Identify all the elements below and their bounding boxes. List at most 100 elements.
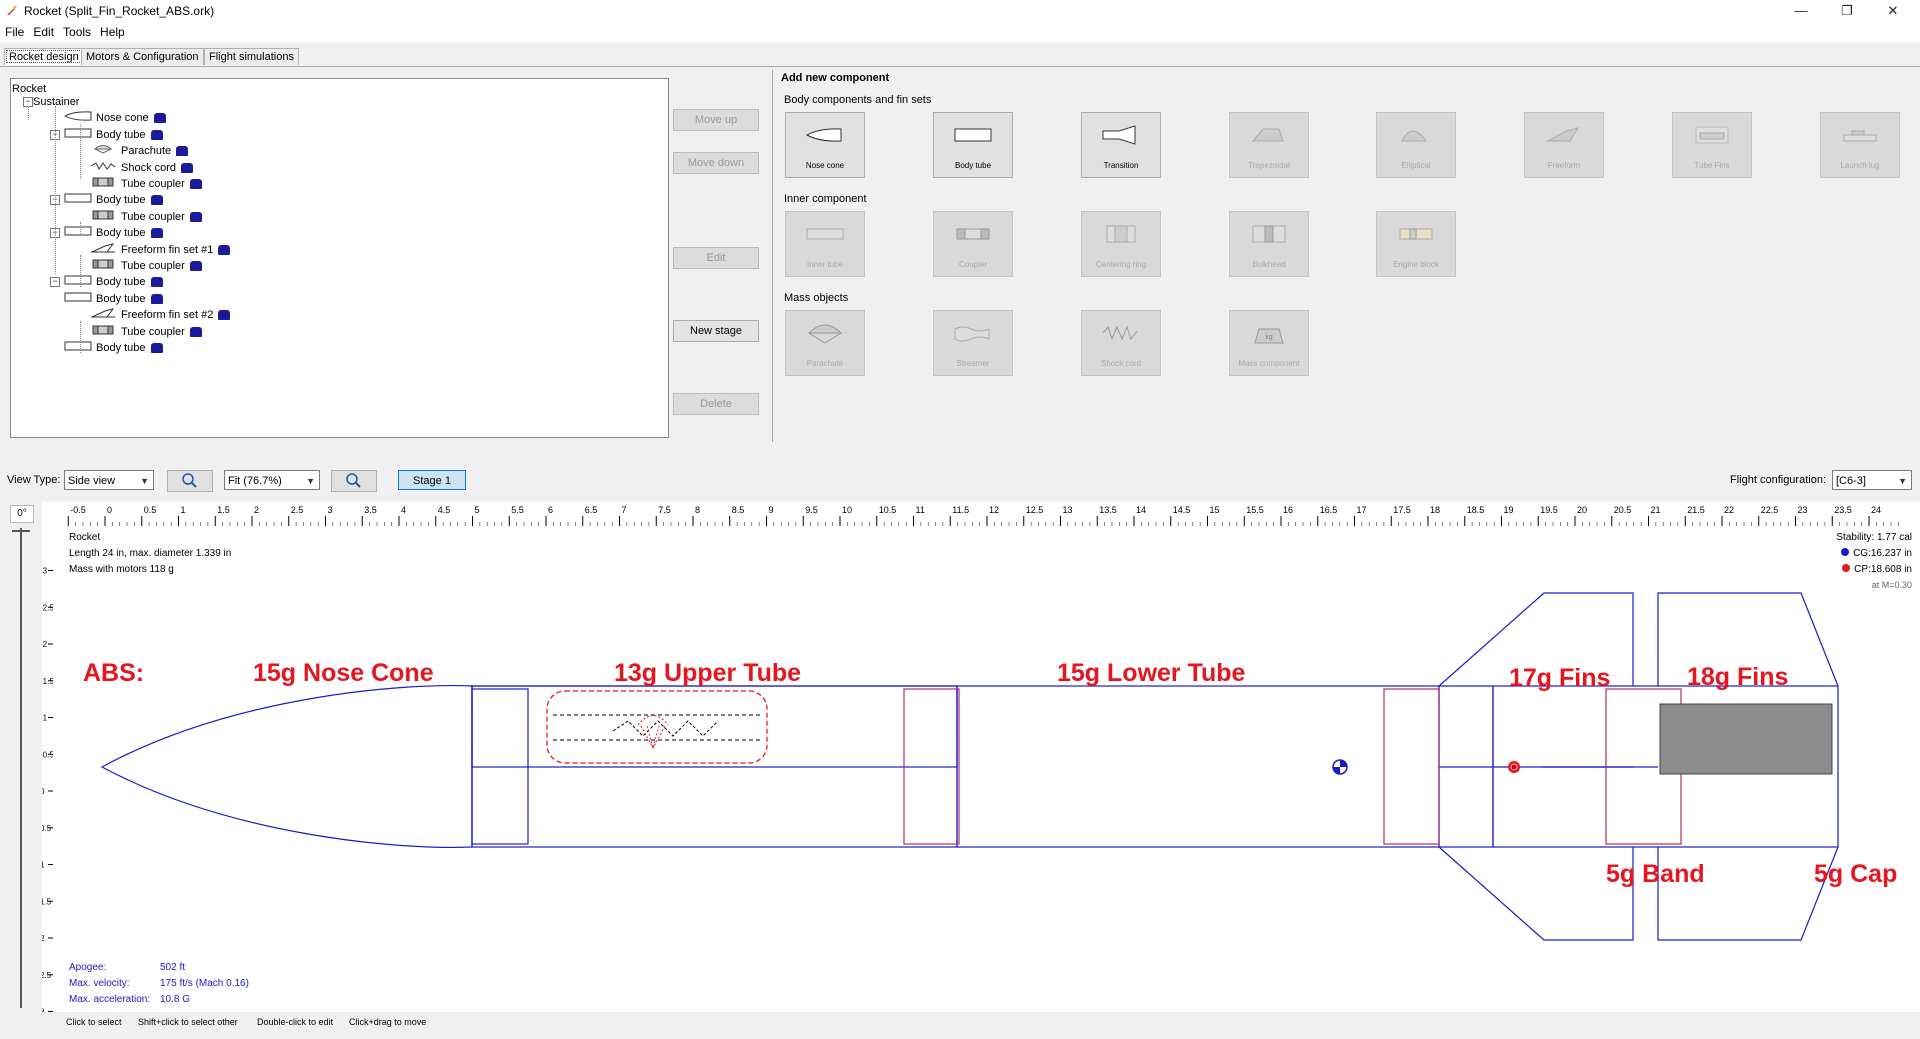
ruler-label: 1.5 — [217, 505, 230, 515]
tree-item-tube-coupler[interactable]: Tube coupler — [89, 209, 202, 225]
coupler-icon — [89, 258, 117, 274]
menu-file[interactable]: File — [0, 22, 28, 39]
ruler-label: 16.5 — [1320, 505, 1338, 515]
rotation-slider-track[interactable] — [20, 528, 22, 1008]
tree-item-parachute[interactable]: Parachute — [89, 143, 189, 159]
add-shock-cord-button[interactable]: Shock cord — [1081, 310, 1161, 376]
ruler-label: -0.5 — [42, 750, 53, 759]
zoom-in-button[interactable] — [167, 470, 213, 492]
tree-item-tube-coupler[interactable]: Tube coupler — [89, 258, 202, 274]
tubefins-icon — [1695, 126, 1729, 144]
add-centering-ring-button[interactable]: Centering ring — [1081, 211, 1161, 277]
window-title: Rocket (Split_Fin_Rocket_ABS.ork) — [24, 4, 215, 18]
ruler-label: 15 — [1210, 505, 1220, 515]
tree-item-body-tube[interactable]: Body tube — [64, 340, 163, 356]
cg-legend-icon — [1841, 548, 1850, 556]
add-tube-fins-button[interactable]: Tube Fins — [1672, 112, 1752, 178]
tree-item-freeform-fin-set-2[interactable]: Freeform fin set #2 — [89, 307, 231, 323]
ruler-label: 21 — [1651, 505, 1661, 515]
main-tabs: Rocket design Motors & Configuration Fli… — [0, 46, 1920, 67]
mass-override-icon — [150, 293, 163, 304]
fin-set-1-bottom — [1438, 846, 1634, 941]
component-button-label: Freeform — [1547, 161, 1581, 170]
tree-item-label: Tube coupler — [121, 210, 185, 223]
menu-help[interactable]: Help — [95, 22, 129, 39]
ruler-label: 0.5 — [42, 824, 52, 833]
mass-override-icon — [189, 211, 202, 222]
tab-motors-configuration[interactable]: Motors & Configuration — [81, 48, 204, 65]
tree-item-body-tube[interactable]: Body tube — [64, 127, 163, 143]
tree-item-freeform-fin-set-1[interactable]: Freeform fin set #1 — [89, 242, 231, 258]
ruler-label: 5.5 — [511, 505, 524, 515]
ruler-label: 0 — [107, 505, 112, 515]
tree-item-sustainer[interactable]: Sustainer — [33, 94, 79, 110]
tree-item-shock-cord[interactable]: Shock cord — [89, 160, 194, 176]
zoom-out-button[interactable] — [331, 470, 377, 492]
ruler-label: 19 — [1504, 505, 1514, 515]
rocket-drawing[interactable]: Rocket Length 24 in, max. diameter 1.339… — [53, 526, 1920, 1012]
upper-body-tube-top — [471, 685, 958, 768]
tree-item-body-tube[interactable]: Body tube — [64, 225, 163, 241]
status-bar: Click to select Shift+click to select ot… — [0, 1012, 1920, 1039]
move-down-button[interactable]: Move down — [673, 152, 759, 174]
bodytube-icon — [954, 128, 992, 142]
close-button[interactable]: ✕ — [1870, 0, 1916, 22]
ruler-label: 23 — [1798, 505, 1808, 515]
mass-override-icon — [150, 228, 163, 239]
tab-rocket-design[interactable]: Rocket design — [4, 48, 84, 65]
lower-body-tube — [956, 685, 1440, 848]
add-bulkhead-button[interactable]: Bulkhead — [1229, 211, 1309, 277]
delete-button[interactable]: Delete — [673, 393, 759, 415]
move-up-button[interactable]: Move up — [673, 109, 759, 131]
edit-button[interactable]: Edit — [673, 247, 759, 269]
tab-flight-simulations[interactable]: Flight simulations — [204, 48, 299, 65]
parachute-pack — [546, 690, 768, 764]
nose-cone-shape — [100, 685, 473, 848]
freeform-icon — [89, 242, 117, 258]
coupler-icon — [956, 228, 990, 240]
centeringring-icon — [1106, 225, 1136, 243]
expand-collapse-icon[interactable]: − — [50, 277, 60, 288]
tree-item-body-tube[interactable]: Body tube — [64, 291, 163, 307]
component-tree[interactable]: Rocket Sustainer − Nose cone Body tube − Para… — [10, 78, 669, 438]
tree-item-body-tube[interactable]: Body tube — [64, 274, 163, 290]
add-elliptical-button[interactable]: Elliptical — [1376, 112, 1456, 178]
menu-edit[interactable]: Edit — [28, 22, 58, 39]
tree-item-tube-coupler[interactable]: Tube coupler — [89, 176, 202, 192]
stage-1-button[interactable]: Stage 1 — [398, 470, 466, 490]
add-engine-block-button[interactable]: Engine block — [1376, 211, 1456, 277]
add-transition-button[interactable]: Transition — [1081, 112, 1161, 178]
ruler-label: 20.5 — [1614, 505, 1632, 515]
add-trapezoidal-button[interactable]: Trapezoidal — [1229, 112, 1309, 178]
cp-readout: CP:18.608 in — [1842, 564, 1912, 575]
add-nose-cone-button[interactable]: Nose cone — [785, 112, 865, 178]
add-body-tube-button[interactable]: Body tube — [933, 112, 1013, 178]
new-stage-button[interactable]: New stage — [673, 320, 759, 342]
flight-config-select[interactable]: [C6-3] ▼ — [1832, 470, 1912, 490]
add-parachute-button[interactable]: Parachute — [785, 310, 865, 376]
add-coupler-button[interactable]: Coupler — [933, 211, 1013, 277]
zoom-select[interactable]: Fit (76.7%) ▼ — [224, 470, 320, 490]
minimize-button[interactable]: — — [1778, 0, 1824, 22]
ruler-label: 10.5 — [879, 505, 897, 515]
component-button-label: Centering ring — [1095, 260, 1147, 269]
rotation-label[interactable]: 0° — [10, 505, 34, 523]
maximize-button[interactable]: ❐ — [1824, 0, 1870, 22]
tree-item-tube-coupler[interactable]: Tube coupler — [89, 324, 202, 340]
rotation-slider-handle[interactable] — [12, 530, 30, 532]
tree-item-label: Tube coupler — [121, 178, 185, 190]
add-mass-component-button[interactable]: kg Mass component — [1229, 310, 1309, 376]
add-inner-tube-button[interactable]: Inner tube — [785, 211, 865, 277]
menu-tools[interactable]: Tools — [58, 22, 95, 39]
add-launch-lug-button[interactable]: Launch lug — [1820, 112, 1900, 178]
add-streamer-button[interactable]: Streamer — [933, 310, 1013, 376]
bulkhead-icon — [1252, 225, 1286, 243]
ruler-label: -3 — [42, 567, 48, 576]
ruler-label: 12.5 — [1026, 505, 1044, 515]
cp-legend-icon — [1842, 564, 1851, 572]
tree-item-body-tube[interactable]: Body tube — [64, 192, 163, 208]
mass-override-icon — [218, 310, 231, 321]
add-freeform-button[interactable]: Freeform — [1524, 112, 1604, 178]
parachute-icon — [89, 143, 117, 159]
view-type-select[interactable]: Side view ▼ — [64, 470, 154, 490]
